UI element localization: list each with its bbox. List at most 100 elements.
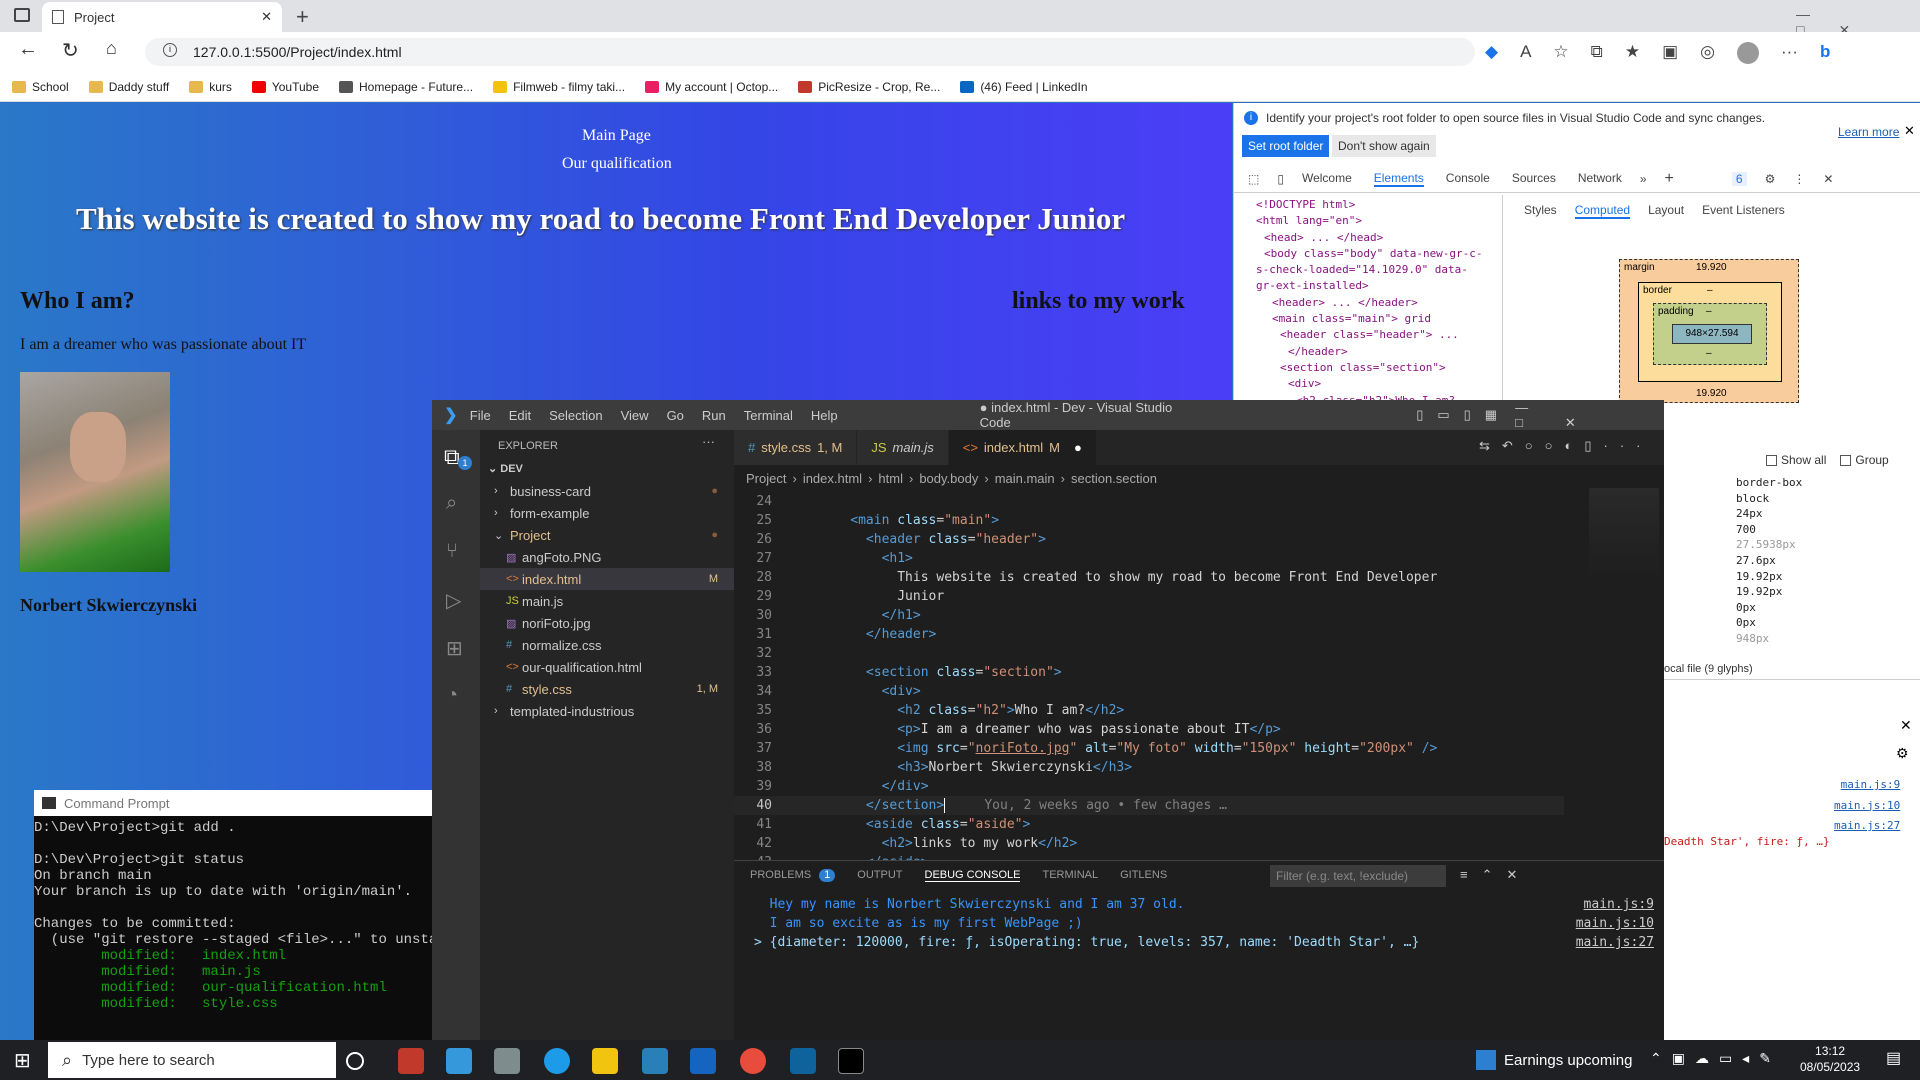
notifications-icon[interactable]: ▤ (1886, 1048, 1901, 1068)
taskbar-search[interactable]: ⌕ Type here to search (48, 1042, 336, 1078)
inspect-icon[interactable]: ⬚ (1248, 172, 1259, 186)
more-icon[interactable]: ··· (1781, 42, 1798, 64)
app-icon[interactable] (494, 1048, 520, 1074)
menu-icon[interactable]: ⋮ (1793, 172, 1805, 186)
code-line[interactable]: 30 </h1> (734, 606, 1564, 625)
dom-node[interactable]: <header> ... </header> (1256, 295, 1496, 311)
bookmark-item[interactable]: Filmweb - filmy taki... (493, 80, 625, 94)
settings-icon[interactable]: ⚙ (1765, 172, 1776, 186)
styles-subtab[interactable]: Event Listeners (1702, 203, 1785, 219)
console-link[interactable]: main.js:10 (1834, 796, 1900, 817)
code-line[interactable]: 37 <img src="noriFoto.jpg" alt="My foto"… (734, 739, 1564, 758)
nav-qualification[interactable]: Our qualification (562, 155, 672, 173)
bookmark-item[interactable]: PicResize - Crop, Re... (798, 80, 940, 94)
snagit-icon[interactable] (398, 1048, 424, 1074)
code-line[interactable]: 32 (734, 644, 1564, 663)
devtools-tab[interactable]: Sources (1512, 171, 1556, 187)
file-tree-item[interactable]: › business-card ● (480, 480, 734, 502)
window-controls[interactable]: —□✕ (1515, 400, 1664, 431)
extensions-icon[interactable]: ⧉ (1591, 42, 1603, 64)
console-source-link[interactable]: main.js:10 (1576, 914, 1654, 933)
task-view-icon[interactable] (346, 1052, 364, 1070)
command-prompt-window[interactable]: Command Prompt D:\Dev\Project>git add . … (34, 790, 454, 1040)
dom-node[interactable]: <div> (1256, 376, 1496, 392)
unsaved-dot-icon[interactable]: ● (1074, 440, 1082, 455)
source-control-icon[interactable]: ⑂ (446, 540, 458, 563)
code-editor[interactable]: 24 25 <main class="main"> 26 <header clas… (734, 492, 1564, 872)
breadcrumb-item[interactable]: body.body (919, 471, 978, 486)
file-tree-item[interactable]: # style.css 1, M (480, 678, 734, 700)
code-line[interactable]: 34 <div> (734, 682, 1564, 701)
console-filter-input[interactable]: Filter (e.g. text, !exclude) (1270, 865, 1446, 887)
code-line[interactable]: 40 </section> You, 2 weeks ago • few cha… (734, 796, 1564, 815)
close-devtools-icon[interactable]: ✕ (1823, 172, 1833, 186)
file-tree-item[interactable]: ▨ noriFoto.jpg (480, 612, 734, 634)
menu-item[interactable]: Help (811, 408, 838, 423)
code-line[interactable]: 28 This website is created to show my ro… (734, 568, 1564, 587)
bookmark-item[interactable]: (46) Feed | LinkedIn (960, 80, 1088, 94)
close-tab-icon[interactable]: ✕ (261, 9, 272, 25)
learn-more-link[interactable]: Learn more (1838, 125, 1899, 139)
back-icon[interactable]: ← (18, 38, 38, 61)
editor-tab[interactable]: JS main.js (857, 430, 949, 465)
clock[interactable]: 13:12 08/05/2023 (1800, 1043, 1860, 1075)
panel-tab[interactable]: TERMINAL (1042, 869, 1098, 882)
console-link[interactable]: main.js:9 (1834, 775, 1901, 796)
address-bar[interactable]: i 127.0.0.1:5500/Project/index.html (145, 38, 1475, 66)
bing-icon[interactable]: b (1820, 42, 1830, 64)
dom-node[interactable]: <html lang="en"> (1256, 213, 1496, 229)
explorer-more-icon[interactable]: ··· (702, 434, 715, 449)
bookmark-item[interactable]: School (12, 80, 69, 94)
dom-node[interactable]: <section class="section"> (1256, 360, 1496, 376)
store-icon[interactable] (642, 1048, 668, 1074)
performance-icon[interactable]: ◎ (1700, 42, 1715, 64)
bookmark-item[interactable]: Daddy stuff (88, 80, 169, 94)
workspace-root[interactable]: ⌄ DEV (488, 462, 523, 475)
set-root-button[interactable]: Set root folder (1242, 135, 1330, 157)
code-line[interactable]: 41 <aside class="aside"> (734, 815, 1564, 834)
editor-tab[interactable]: # style.css 1, M (734, 430, 858, 465)
code-line[interactable]: 39 </div> (734, 777, 1564, 796)
code-line[interactable]: 36 <p>I am a dreamer who was passionate … (734, 720, 1564, 739)
styles-subtab[interactable]: Computed (1574, 203, 1631, 219)
group-checkbox[interactable]: Group (1840, 453, 1889, 467)
breadcrumb-item[interactable]: main.main (995, 471, 1055, 486)
code-line[interactable]: 24 (734, 492, 1564, 511)
collections-icon[interactable]: ▣ (1662, 42, 1678, 64)
file-tree-item[interactable]: › form-example (480, 502, 734, 524)
editor-actions[interactable]: ⇆↶○○◐▯··· (1479, 438, 1652, 454)
close-drawer-icon[interactable]: ✕ (1900, 717, 1912, 734)
refresh-icon[interactable]: ↻ (62, 38, 79, 63)
menu-item[interactable]: Edit (509, 408, 531, 423)
menu-item[interactable]: Go (667, 408, 684, 423)
info-icon[interactable]: i (163, 43, 177, 57)
app-icon[interactable] (446, 1048, 472, 1074)
menu-item[interactable]: Terminal (744, 408, 793, 423)
file-tree-item[interactable]: # normalize.css (480, 634, 734, 656)
menu-item[interactable]: Run (702, 408, 726, 423)
code-line[interactable]: 29 Junior (734, 587, 1564, 606)
bookmark-item[interactable]: kurs (189, 80, 232, 94)
menu-item[interactable]: File (470, 408, 491, 423)
nav-main-page[interactable]: Main Page (582, 127, 651, 145)
explorer-icon[interactable]: ⧉ (444, 444, 460, 470)
add-tab-icon[interactable]: + (1665, 170, 1674, 188)
browser-tab[interactable]: Project ✕ (42, 2, 282, 32)
more-tabs-icon[interactable]: » (1640, 172, 1647, 186)
breadcrumb-item[interactable]: html (878, 471, 903, 486)
start-icon[interactable]: ⊞ (14, 1048, 31, 1073)
code-line[interactable]: 33 <section class="section"> (734, 663, 1564, 682)
dom-node[interactable]: gr-ext-installed> (1256, 278, 1496, 294)
dom-node[interactable]: s-check-loaded="14.1029.0" data- (1256, 262, 1496, 278)
file-tree-item[interactable]: ▨ angFoto.PNG (480, 546, 734, 568)
chrome-icon[interactable] (740, 1048, 766, 1074)
styles-subtab[interactable]: Layout (1648, 203, 1684, 219)
minimap[interactable] (1589, 488, 1659, 578)
cmd-taskbar-icon[interactable] (838, 1048, 864, 1074)
cmd-titlebar[interactable]: Command Prompt (34, 790, 434, 816)
dom-node[interactable]: <header class="header"> ... (1256, 327, 1496, 343)
new-tab-icon[interactable]: + (296, 4, 309, 30)
breadcrumb-item[interactable]: section.section (1071, 471, 1157, 486)
search-icon[interactable]: ⌕ (446, 492, 457, 515)
bookmark-item[interactable]: YouTube (251, 80, 319, 94)
